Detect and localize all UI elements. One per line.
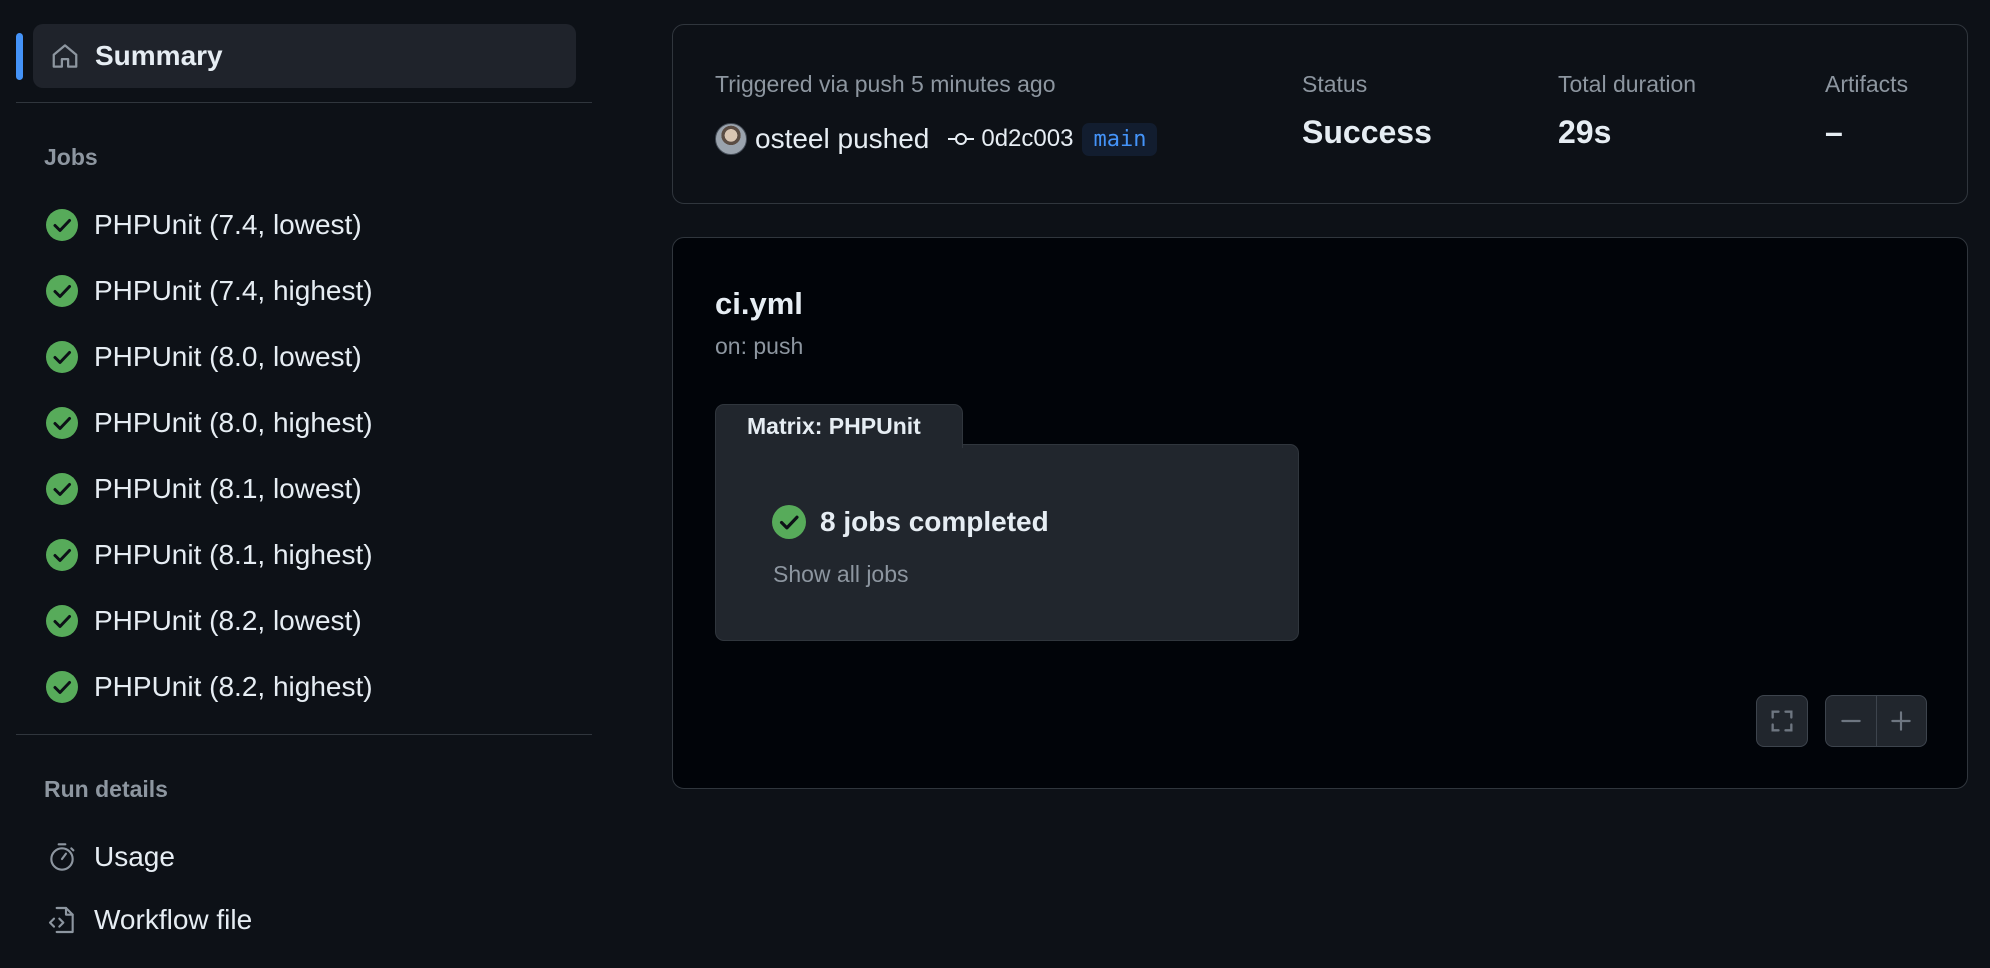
matrix-status: 8 jobs completed <box>772 505 1049 539</box>
job-item[interactable]: PHPUnit (8.2, highest) <box>33 659 576 715</box>
artifacts-stat: Artifacts – <box>1825 71 1908 151</box>
sidebar-item-summary[interactable]: Summary <box>33 24 576 88</box>
run-details-section-title: Run details <box>44 776 168 802</box>
job-label: PHPUnit (7.4, highest) <box>94 275 373 306</box>
sidebar-item-label: Usage <box>94 841 175 872</box>
job-label: PHPUnit (8.2, highest) <box>94 671 373 702</box>
commit-sha-link[interactable]: 0d2c003 <box>981 125 1073 153</box>
job-item[interactable]: PHPUnit (8.1, lowest) <box>33 461 576 517</box>
check-circle-icon <box>46 473 78 505</box>
branch-badge[interactable]: main <box>1082 122 1158 156</box>
jobs-completed-text: 8 jobs completed <box>820 506 1049 537</box>
active-indicator <box>16 33 23 80</box>
avatar[interactable] <box>715 123 747 155</box>
home-icon <box>48 39 82 73</box>
file-code-icon <box>48 906 74 934</box>
check-circle-icon <box>46 539 78 571</box>
plus-icon <box>1891 711 1911 731</box>
job-label: PHPUnit (8.1, lowest) <box>94 473 362 504</box>
zoom-controls <box>1825 695 1927 747</box>
check-circle-icon <box>46 605 78 637</box>
divider <box>16 734 592 735</box>
sidebar-item-label: Summary <box>95 40 223 71</box>
zoom-out-button[interactable] <box>1826 696 1876 746</box>
sidebar-item-workflow-file[interactable]: Workflow file <box>33 892 576 948</box>
workflow-graph-card: ci.yml on: push Matrix: PHPUnit 8 jobs c… <box>672 237 1968 789</box>
job-item[interactable]: PHPUnit (8.0, highest) <box>33 395 576 451</box>
fullscreen-button[interactable] <box>1756 695 1808 747</box>
job-label: PHPUnit (8.1, highest) <box>94 539 373 570</box>
job-label: PHPUnit (8.0, lowest) <box>94 341 362 372</box>
stopwatch-icon <box>50 843 75 871</box>
job-label: PHPUnit (7.4, lowest) <box>94 209 362 240</box>
duration-stat: Total duration 29s <box>1558 71 1696 151</box>
check-circle-icon <box>46 671 78 703</box>
duration-value: 29s <box>1558 114 1612 150</box>
job-item[interactable]: PHPUnit (7.4, lowest) <box>33 197 576 253</box>
show-all-jobs-link[interactable]: Show all jobs <box>773 561 909 588</box>
check-circle-icon <box>46 407 78 439</box>
workflow-trigger: on: push <box>715 333 804 359</box>
job-label: PHPUnit (8.0, highest) <box>94 407 373 438</box>
matrix-tab: Matrix: PHPUnit <box>715 404 963 448</box>
divider <box>16 102 592 103</box>
check-circle-icon <box>46 341 78 373</box>
git-commit-icon <box>948 133 975 145</box>
pusher-text: osteel pushed <box>755 123 930 154</box>
duration-label: Total duration <box>1558 71 1697 97</box>
sidebar-item-label: Workflow file <box>94 904 253 935</box>
trigger-text: Triggered via push 5 minutes ago <box>715 71 1056 97</box>
run-info-card: Triggered via push 5 minutes ago osteel … <box>672 24 1968 204</box>
jobs-section-title: Jobs <box>44 144 98 170</box>
sidebar: Summary Jobs PHPUnit (7.4, lowest) PHPUni… <box>0 0 600 968</box>
workflow-file-title: ci.yml <box>715 286 803 321</box>
fullscreen-icon <box>1771 710 1793 732</box>
workflow-run-page: Summary Jobs PHPUnit (7.4, lowest) PHPUni… <box>0 0 1990 968</box>
job-item[interactable]: PHPUnit (8.2, lowest) <box>33 593 576 649</box>
check-circle-icon <box>772 505 806 539</box>
pusher-row: osteel pushed 0d2c003 main <box>715 119 1158 159</box>
matrix-job-box[interactable]: 8 jobs completed Show all jobs <box>715 444 1299 641</box>
minus-icon <box>1841 719 1861 723</box>
job-item[interactable]: PHPUnit (8.0, lowest) <box>33 329 576 385</box>
sidebar-item-usage[interactable]: Usage <box>33 829 576 885</box>
zoom-in-button[interactable] <box>1875 696 1927 746</box>
status-label: Status <box>1302 71 1368 97</box>
job-item[interactable]: PHPUnit (7.4, highest) <box>33 263 576 319</box>
status-value: Success <box>1302 114 1432 150</box>
check-circle-icon <box>46 209 78 241</box>
status-stat: Status Success <box>1302 71 1432 151</box>
check-circle-icon <box>46 275 78 307</box>
artifacts-label: Artifacts <box>1825 71 1909 97</box>
job-label: PHPUnit (8.2, lowest) <box>94 605 362 636</box>
job-item[interactable]: PHPUnit (8.1, highest) <box>33 527 576 583</box>
artifacts-value: – <box>1825 114 1843 150</box>
